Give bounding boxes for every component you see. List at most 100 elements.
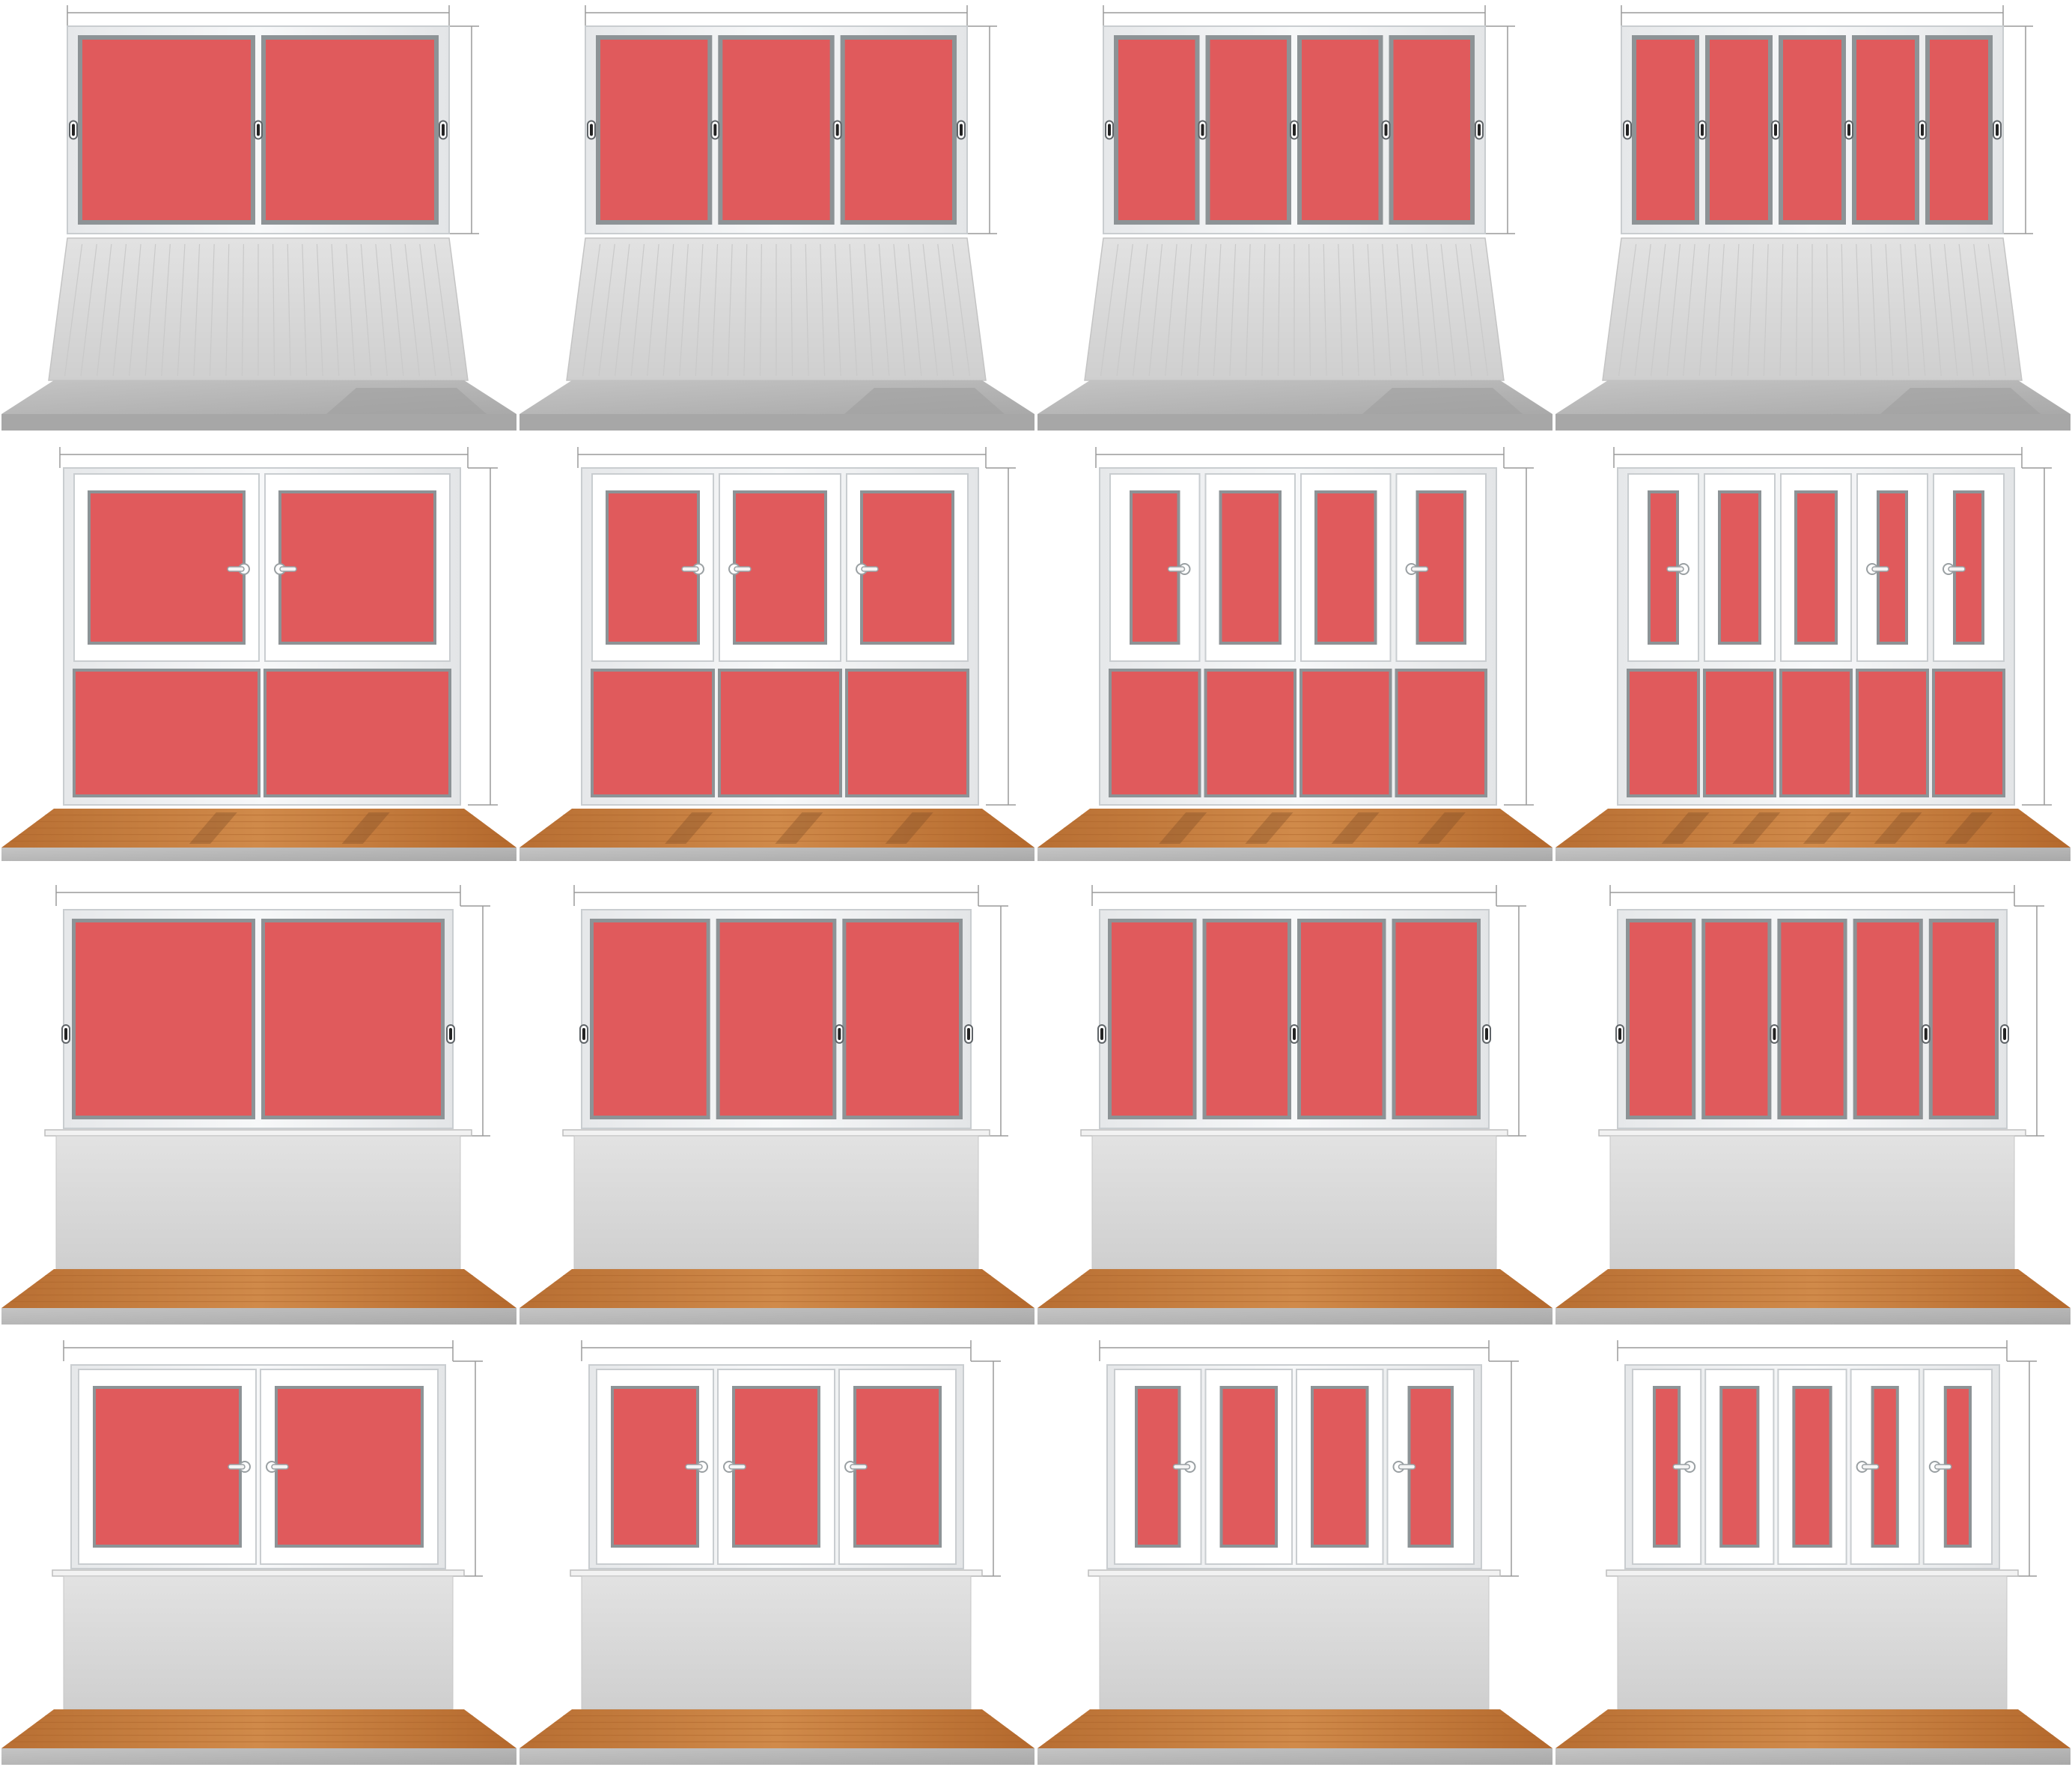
glass-pane <box>848 672 966 794</box>
floor-slab <box>1 414 517 431</box>
variant-r2c2 <box>519 447 1035 861</box>
floor-slab <box>1 1308 517 1325</box>
floor-slab <box>519 414 1035 431</box>
floor-slab <box>519 1748 1035 1765</box>
glass-pane <box>1856 922 1919 1116</box>
glass-pane <box>1722 1389 1757 1545</box>
parapet-wall <box>55 1135 461 1270</box>
floor-slab <box>519 1308 1035 1325</box>
floor-slab <box>1555 1308 2071 1325</box>
glass-pane <box>594 672 712 794</box>
floor-slab <box>1037 414 1553 431</box>
glass-pane <box>1710 40 1768 220</box>
glass-pane <box>1207 672 1294 794</box>
balcony-glazing-variants-grid <box>1 5 2071 1765</box>
parapet-wall <box>573 1135 979 1270</box>
variant-r4c4 <box>1555 1340 2071 1765</box>
window-sill <box>562 1129 990 1137</box>
window-sill <box>44 1129 472 1137</box>
window-sill <box>1598 1129 2026 1137</box>
floor-slab <box>1037 1308 1553 1325</box>
glass-pane <box>266 40 434 220</box>
glass-pane <box>1721 493 1758 642</box>
glass-pane <box>1795 1389 1829 1545</box>
window-sill <box>52 1569 465 1577</box>
variant-r1c3 <box>1037 5 1553 431</box>
floor-slab <box>1037 1748 1553 1765</box>
variant-r4c3 <box>1037 1340 1553 1765</box>
variant-r1c1 <box>1 5 517 431</box>
glass-pane <box>1222 493 1279 642</box>
glass-pane <box>76 922 252 1116</box>
glass-pane <box>614 1389 696 1545</box>
variant-r3c4 <box>1555 885 2071 1325</box>
glass-pane <box>722 40 830 220</box>
glass-pane <box>856 1389 939 1545</box>
glass-pane <box>266 672 448 794</box>
floor-slab <box>1037 848 1553 861</box>
parapet-wall <box>1099 1575 1490 1710</box>
variant-r2c1 <box>1 447 517 861</box>
glass-pane <box>1932 922 1995 1116</box>
glass-pane <box>1138 1389 1178 1545</box>
window-sill <box>1088 1569 1501 1577</box>
glass-pane <box>265 922 441 1116</box>
variant-r3c3 <box>1037 885 1553 1325</box>
floor-slab <box>1555 1748 2071 1765</box>
variant-r3c2 <box>519 885 1035 1325</box>
glass-pane <box>844 40 952 220</box>
window-sill <box>570 1569 983 1577</box>
glass-pane <box>1630 922 1692 1116</box>
glass-pane <box>1112 672 1198 794</box>
glass-pane <box>1410 1389 1451 1545</box>
glass-pane <box>1706 672 1773 794</box>
variant-r1c4 <box>1555 5 2071 431</box>
variant-r2c4 <box>1555 447 2071 861</box>
glass-pane <box>1636 40 1695 220</box>
glass-pane <box>1782 672 1850 794</box>
glass-pane <box>721 672 839 794</box>
glass-pane <box>594 922 707 1116</box>
glass-pane <box>76 672 258 794</box>
glass-pane <box>1222 1389 1275 1545</box>
parapet-wall <box>63 1575 454 1710</box>
parapet-wall <box>1609 1135 2015 1270</box>
parapet-wall <box>1617 1575 2008 1710</box>
variant-r4c1 <box>1 1340 517 1765</box>
glass-pane <box>1797 493 1835 642</box>
floor-slab <box>519 848 1035 861</box>
glass-pane <box>1112 922 1193 1116</box>
glass-pane <box>1930 40 1988 220</box>
window-sill <box>1606 1569 2019 1577</box>
glass-pane <box>91 493 243 642</box>
variant-r1c2 <box>519 5 1035 431</box>
parapet-wall <box>1091 1135 1497 1270</box>
variant-r3c1 <box>1 885 517 1325</box>
glass-pane <box>1302 672 1389 794</box>
glass-pane <box>1783 40 1841 220</box>
glass-pane <box>96 1389 239 1545</box>
glass-pane <box>600 40 708 220</box>
glass-pane <box>1210 40 1287 220</box>
glass-pane <box>1705 922 1768 1116</box>
floor-slab <box>1555 848 2071 861</box>
variant-r2c3 <box>1037 447 1553 861</box>
glass-pane <box>281 493 433 642</box>
glass-pane <box>1859 672 1926 794</box>
floor-slab <box>1 848 517 861</box>
glass-pane <box>278 1389 421 1545</box>
glass-pane <box>1301 922 1383 1116</box>
glass-pane <box>1317 493 1374 642</box>
glass-pane <box>1856 40 1915 220</box>
floor-slab <box>1555 414 2071 431</box>
glass-pane <box>1393 40 1470 220</box>
glass-pane <box>735 1389 817 1545</box>
glass-pane <box>82 40 251 220</box>
variant-r4c2 <box>519 1340 1035 1765</box>
glass-pane <box>1398 672 1484 794</box>
glass-pane <box>1206 922 1288 1116</box>
glass-pane <box>1630 672 1697 794</box>
glass-pane <box>1314 1389 1366 1545</box>
parapet-wall <box>581 1575 972 1710</box>
glass-pane <box>1395 922 1477 1116</box>
